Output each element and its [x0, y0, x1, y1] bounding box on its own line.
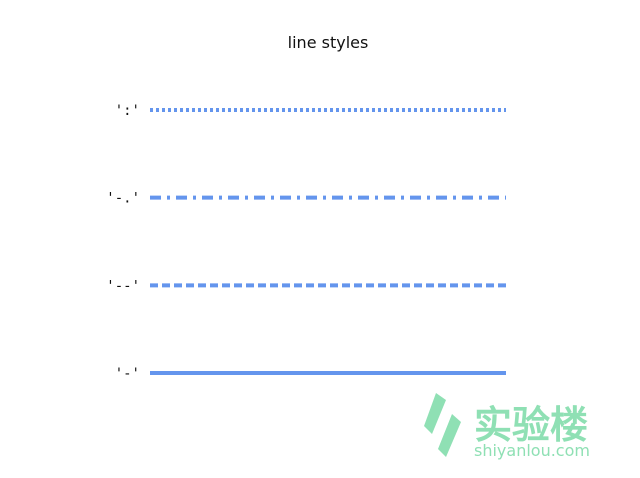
chart-title: line styles [288, 33, 369, 52]
shiyanlou-logo-icon [424, 393, 461, 457]
line-styles-chart: line styles ':' '-.' '--' '-' 实验楼 shiyanlou… [106, 33, 590, 460]
dash-dot-label: '-.' [106, 191, 140, 207]
dotted-label: ':' [115, 103, 140, 119]
watermark-en-text: shiyanlou.com [474, 441, 590, 460]
solid-label: '-' [115, 366, 140, 382]
series-group: ':' '-.' '--' '-' [106, 103, 506, 382]
dashed-label: '--' [106, 278, 140, 294]
watermark: 实验楼 shiyanlou.com [424, 393, 590, 460]
